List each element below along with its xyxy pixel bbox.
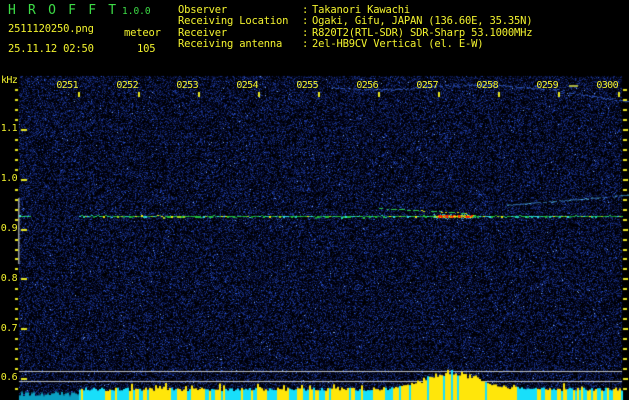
- x-axis-tick-label: 0254: [236, 80, 258, 91]
- y-axis-tick-label: 1.0: [0, 173, 18, 184]
- info-value: 2el-HB9CV Vertical (el. E-W): [312, 37, 484, 50]
- x-axis-tick-label: 0252: [116, 80, 138, 91]
- info-row-antenna: Receiving antenna : 2el-HB9CV Vertical (…: [178, 37, 532, 50]
- x-axis-tick-label: 0257: [416, 80, 438, 91]
- y-axis-tick-label: 0.9: [0, 223, 18, 234]
- x-axis-tick-label: 0258: [476, 80, 498, 91]
- x-axis-tick-label: 0256: [356, 80, 378, 91]
- info-row-location: Receiving Location : Ogaki, Gifu, JAPAN …: [178, 15, 533, 28]
- info-value: Ogaki, Gifu, JAPAN (136.60E, 35.35N): [312, 15, 533, 28]
- y-axis-tick-label: 0.8: [0, 273, 18, 284]
- x-axis-tick-label: 0259: [536, 80, 558, 91]
- echo-count: 105: [137, 43, 156, 55]
- info-colon: :: [302, 15, 309, 28]
- y-axis-tick-label: 0.7: [0, 323, 18, 334]
- station-info: Observer : Takanori Kawachi Receiving Lo…: [178, 4, 533, 50]
- file-name: 2511120250.png: [8, 23, 94, 35]
- x-axis-tick-label: 0255: [296, 80, 318, 91]
- y-axis-tick-label: 1.1: [0, 123, 18, 134]
- info-label: Receiving Location: [178, 15, 289, 28]
- y-axis-tick-label: 0.6: [0, 372, 18, 383]
- app-title: H R O F F T: [8, 3, 119, 18]
- x-axis-tick-label: 0253: [176, 80, 198, 91]
- x-axis-tick-label: 0300: [596, 80, 618, 91]
- mode-label: meteor: [124, 27, 161, 39]
- hrofft-window: H R O F F T 1.0.0 2511120250.png meteor …: [0, 0, 629, 400]
- datetime-label: 25.11.12 02:50: [8, 43, 94, 55]
- y-axis-unit: kHz: [1, 75, 18, 86]
- spectrogram-canvas: [0, 0, 629, 400]
- info-colon: :: [302, 37, 309, 50]
- app-version: 1.0.0: [122, 6, 151, 17]
- x-axis-tick-label: 0251: [56, 80, 78, 91]
- info-label: Receiving antenna: [178, 37, 283, 50]
